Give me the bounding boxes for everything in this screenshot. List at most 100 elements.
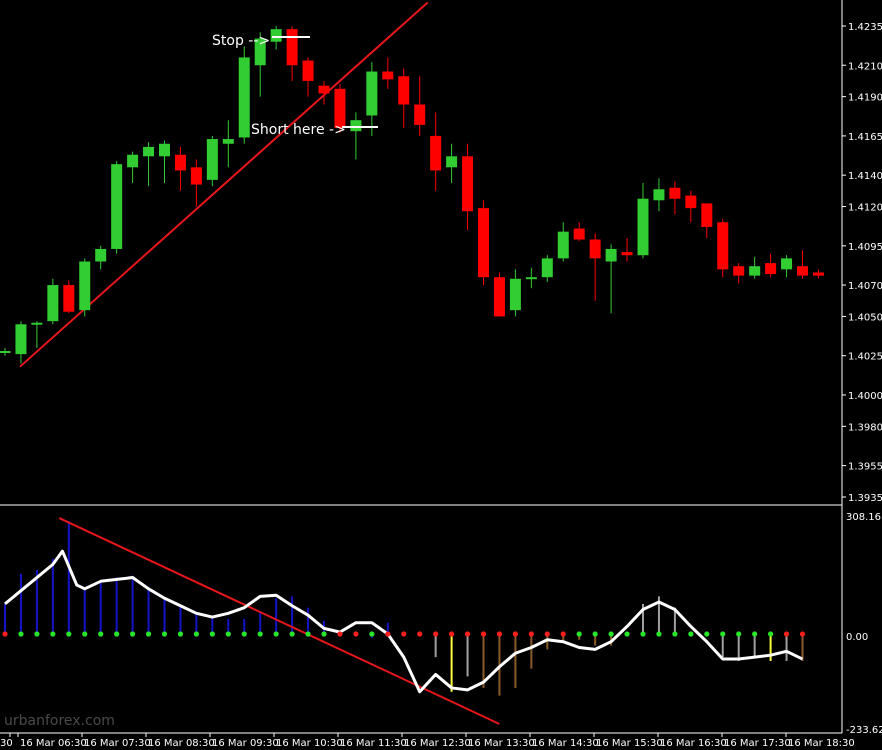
signal-dot (720, 631, 726, 637)
signal-dot (114, 631, 120, 637)
candle-body (478, 208, 489, 278)
candle[interactable] (478, 200, 489, 286)
signal-dot (401, 631, 407, 637)
signal-dot (736, 631, 742, 637)
signal-dot (82, 631, 88, 637)
price-label: 1.3955 (848, 462, 882, 473)
candle-body (573, 228, 585, 240)
signal-dot (273, 631, 279, 637)
candle-body (366, 71, 378, 116)
time-label: 16 Mar 17:30 (724, 738, 791, 749)
time-label: 16 Mar 15:30 (596, 738, 663, 749)
signal-dot (177, 631, 184, 637)
chart-background (0, 0, 882, 750)
candle-body (446, 156, 458, 168)
candle-body (238, 57, 250, 138)
signal-dot (799, 631, 806, 637)
oscillator-axis-label: 0.00 (846, 632, 868, 643)
signal-dot (544, 631, 550, 637)
signal-dot (161, 631, 168, 637)
forex-chart-window: Stop --> Short here -> urbanforex.com 1.… (0, 0, 882, 750)
signal-dot (66, 631, 72, 637)
signal-dot (353, 631, 359, 637)
candle-body (190, 167, 202, 185)
signal-dot (608, 631, 614, 637)
signal-dot (225, 631, 231, 637)
candle-body (462, 156, 474, 212)
candle[interactable] (79, 258, 91, 317)
signal-dot (640, 631, 646, 637)
signal-dot (305, 631, 311, 637)
time-label: 16 Mar 06:30 (20, 738, 87, 749)
candle-body (749, 266, 761, 276)
time-label: 16 Mar 18:30 (788, 738, 855, 749)
price-label: 1.4235 (848, 22, 882, 33)
candle-body (286, 29, 298, 66)
time-label: 16 Mar 13:30 (468, 738, 535, 749)
candle-body (382, 71, 394, 80)
price-label: 1.4190 (848, 93, 882, 104)
candle-body (637, 198, 649, 256)
time-label: 16 Mar 16:30 (660, 738, 727, 749)
candle-body (812, 272, 824, 276)
candle-body (159, 143, 170, 157)
signal-dot (624, 631, 630, 637)
signal-dot (50, 631, 56, 637)
candle-body (414, 104, 426, 125)
price-label: 1.4025 (848, 352, 882, 363)
signal-dot (433, 631, 439, 637)
signal-dot (449, 631, 455, 637)
candle[interactable] (47, 278, 59, 325)
price-label: 1.4120 (848, 203, 882, 214)
signal-dot (145, 631, 152, 637)
candle-body (31, 322, 43, 325)
signal-dot (130, 631, 136, 637)
candle-body (95, 248, 107, 262)
candle-body (653, 189, 665, 201)
candle-body (270, 29, 282, 42)
candle-body (717, 222, 729, 270)
candle[interactable] (206, 135, 218, 187)
time-label: 30 (0, 738, 13, 749)
price-label: 1.4165 (848, 132, 882, 143)
price-label: 1.4140 (848, 171, 882, 182)
oscillator-axis-label: 308.1613 (846, 512, 882, 523)
candle-body (222, 139, 234, 144)
candle-body (111, 164, 123, 249)
candle-body (398, 76, 410, 105)
candle-body (318, 85, 330, 94)
signal-dot (193, 631, 199, 637)
candle[interactable] (63, 280, 75, 314)
signal-dot (34, 631, 40, 637)
candle[interactable] (111, 161, 123, 254)
signal-dot (321, 631, 327, 637)
signal-dot (672, 631, 678, 637)
signal-dot (2, 631, 8, 637)
watermark: urbanforex.com (4, 713, 115, 729)
candle-body (509, 278, 521, 311)
signal-dot (752, 631, 758, 637)
candle[interactable] (493, 272, 505, 317)
signal-dot (18, 631, 24, 637)
signal-dot (369, 631, 375, 637)
signal-dot (592, 631, 598, 637)
signal-dot (528, 631, 534, 637)
signal-dot (576, 631, 582, 637)
candle-body (430, 135, 442, 171)
signal-dot (385, 631, 391, 637)
signal-dot (241, 631, 247, 637)
stop-annotation: Stop --> (212, 33, 270, 49)
signal-dot (480, 631, 487, 637)
candle[interactable] (238, 46, 250, 144)
signal-dot (289, 631, 295, 637)
time-label: 16 Mar 08:30 (148, 738, 215, 749)
signal-dot (768, 631, 774, 637)
signal-dot (337, 631, 343, 637)
signal-dot (688, 631, 694, 637)
signal-dot (98, 631, 104, 637)
candle-body (733, 266, 745, 276)
signal-dot (560, 631, 566, 637)
candle[interactable] (717, 219, 729, 278)
candle-body (669, 187, 681, 199)
signal-dot (257, 631, 263, 637)
